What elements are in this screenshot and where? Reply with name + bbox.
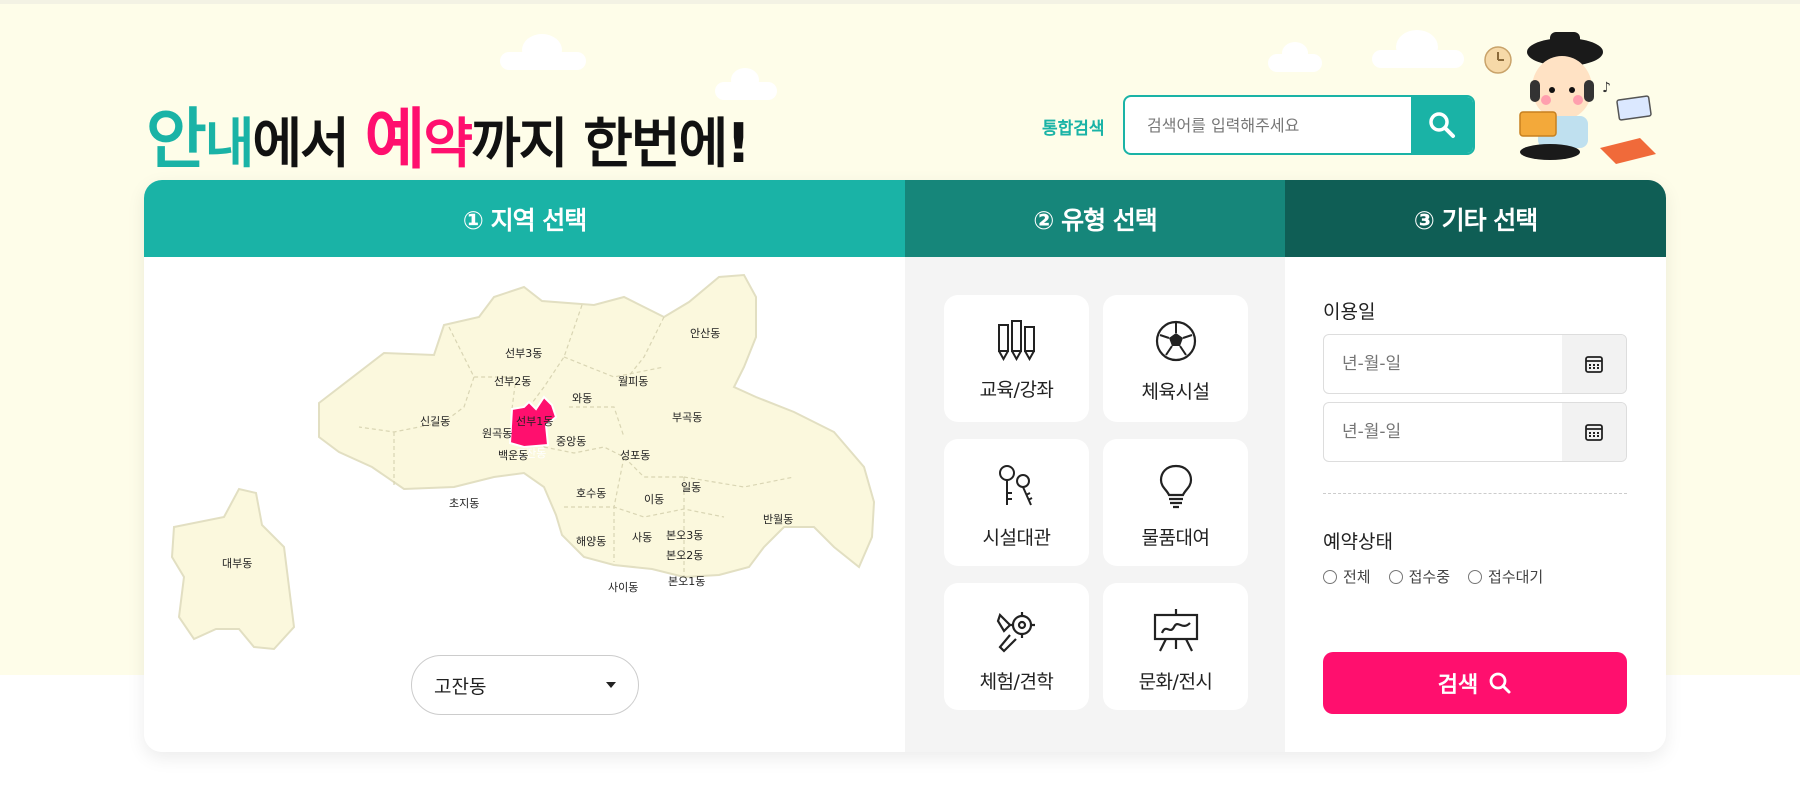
calendar-icon — [1585, 424, 1603, 441]
search-input[interactable] — [1125, 97, 1411, 153]
keys-icon — [998, 465, 1032, 506]
date-label: 이용일 — [1323, 301, 1376, 323]
lightbulb-icon — [1159, 464, 1192, 509]
tab-etc[interactable]: ③ 기타 선택 — [1285, 180, 1666, 257]
map-label[interactable]: 호수동 — [576, 487, 606, 500]
map-label[interactable]: 안산동 — [690, 327, 720, 340]
page-headline: 안내에서 예약까지 한번에! — [146, 86, 751, 182]
map-label[interactable]: 선부1동 — [516, 415, 553, 428]
tab-type[interactable]: ② 유형 선택 — [905, 180, 1285, 257]
radio-label: 전체 — [1343, 568, 1371, 586]
map-label[interactable]: 신길동 — [420, 415, 450, 428]
mascot-illustration: ♪ — [1484, 32, 1656, 164]
submit-search-button[interactable]: 검색 — [1323, 652, 1627, 714]
dong-select-value: 고잔동 — [434, 675, 487, 698]
status-radio-group: 전체 접수중 접수대기 — [1323, 566, 1543, 587]
cloud-decoration — [1372, 30, 1464, 68]
headline-accent-1b: 내 — [204, 112, 255, 175]
map-label[interactable]: 중앙동 — [556, 435, 586, 448]
map-label[interactable]: 부곡동 — [672, 411, 702, 424]
etc-column: 이용일 예약상태 전체 — [1285, 257, 1666, 752]
easel-icon — [1153, 609, 1198, 652]
date-input-end[interactable] — [1324, 403, 1562, 461]
calendar-icon — [1585, 356, 1603, 373]
map-landmass — [318, 273, 876, 579]
map-label[interactable]: 선부2동 — [494, 375, 531, 388]
type-card-label: 체육시설 — [1141, 381, 1210, 403]
map-label[interactable]: 사이동 — [608, 581, 638, 594]
divider — [1323, 493, 1627, 494]
cloud-decoration — [1268, 42, 1322, 72]
radio-status-open[interactable]: 접수중 — [1388, 566, 1451, 587]
headline-accent-2: 예 — [364, 101, 426, 178]
date-input-start[interactable] — [1324, 335, 1562, 393]
headline-accent-1: 안 — [146, 101, 207, 178]
map-label[interactable]: 일동 — [681, 480, 701, 494]
calendar-button-start[interactable] — [1562, 335, 1626, 393]
date-field-end — [1323, 402, 1627, 462]
radio-label: 접수대기 — [1488, 568, 1544, 586]
headline-accent-2b: 약 — [423, 112, 473, 175]
type-column: 교육/강좌 체육시설 시설대관 물품대여 체험/견학 문화/전시 — [905, 257, 1285, 752]
svg-text:♪: ♪ — [1602, 80, 1611, 96]
step-tabs: ① 지역 선택 ② 유형 선택 ③ 기타 선택 — [144, 180, 1666, 257]
map-label[interactable]: 본오1동 — [668, 575, 705, 588]
cloud-decoration — [500, 34, 586, 70]
type-card-experience[interactable]: 체험/견학 — [944, 583, 1089, 710]
search-panel: ① 지역 선택 ② 유형 선택 ③ 기타 선택 선부3동 안산동 선부2동 월피… — [144, 180, 1666, 752]
map-label[interactable]: 초지동 — [449, 497, 479, 510]
status-label: 예약상태 — [1323, 531, 1393, 553]
radio-circle[interactable] — [1388, 569, 1403, 584]
headline-text-2: 까지 한번에! — [471, 112, 751, 175]
map-label[interactable]: 사동 — [632, 531, 652, 544]
search-box — [1123, 95, 1475, 155]
search-label: 통합검색 — [1042, 119, 1105, 139]
region-map-column: 선부3동 안산동 선부2동 월피동 와동 신길동 선부1동 원곡동 부곡동 고잔… — [144, 257, 905, 752]
tab-region[interactable]: ① 지역 선택 — [144, 180, 905, 257]
region-map: 선부3동 안산동 선부2동 월피동 와동 신길동 선부1동 원곡동 부곡동 고잔… — [170, 273, 876, 651]
submit-search-label: 검색 — [1437, 673, 1479, 698]
radio-circle[interactable] — [1323, 569, 1337, 584]
search-icon — [1489, 672, 1511, 694]
type-card-label: 시설대관 — [982, 527, 1051, 549]
radio-status-all[interactable]: 전체 — [1323, 566, 1371, 587]
map-label[interactable]: 월피동 — [618, 375, 648, 388]
map-label[interactable]: 해양동 — [576, 534, 606, 548]
type-card-facility-rental[interactable]: 시설대관 — [944, 439, 1089, 566]
type-card-label: 물품대여 — [1141, 527, 1210, 549]
type-card-label: 교육/강좌 — [979, 379, 1054, 401]
headline-text-1: 에서 — [252, 112, 365, 175]
dong-select[interactable]: 고잔동 — [411, 655, 639, 715]
chevron-down-icon — [606, 682, 616, 688]
type-card-sports[interactable]: 체육시설 — [1103, 295, 1248, 422]
radio-label: 접수중 — [1408, 568, 1451, 586]
map-label[interactable]: 반월동 — [763, 513, 793, 526]
type-card-label: 체험/견학 — [979, 671, 1054, 693]
map-label[interactable]: 성포동 — [620, 449, 650, 462]
map-label[interactable]: 원곡동 — [482, 427, 512, 440]
search-button[interactable] — [1411, 97, 1473, 153]
soccer-ball-icon — [1155, 320, 1196, 362]
map-label[interactable]: 대부동 — [222, 557, 252, 570]
map-label[interactable]: 와동 — [572, 392, 592, 405]
type-card-label: 문화/전시 — [1138, 671, 1213, 693]
radio-circle[interactable] — [1468, 569, 1483, 584]
pencils-icon — [997, 320, 1035, 361]
date-field-start — [1323, 334, 1627, 394]
tools-icon — [996, 612, 1035, 653]
type-card-culture[interactable]: 문화/전시 — [1103, 583, 1248, 710]
map-label[interactable]: 본오2동 — [666, 549, 703, 562]
map-label[interactable]: 이동 — [644, 493, 664, 506]
type-card-education[interactable]: 교육/강좌 — [944, 295, 1089, 422]
map-label[interactable]: 선부3동 — [505, 347, 542, 360]
calendar-button-end[interactable] — [1562, 403, 1626, 461]
map-label[interactable]: 백운동 — [498, 449, 528, 462]
radio-status-waiting[interactable]: 접수대기 — [1468, 566, 1543, 587]
type-card-item-rental[interactable]: 물품대여 — [1103, 439, 1248, 566]
search-icon — [1429, 112, 1455, 138]
map-label[interactable]: 본오3동 — [666, 529, 703, 542]
